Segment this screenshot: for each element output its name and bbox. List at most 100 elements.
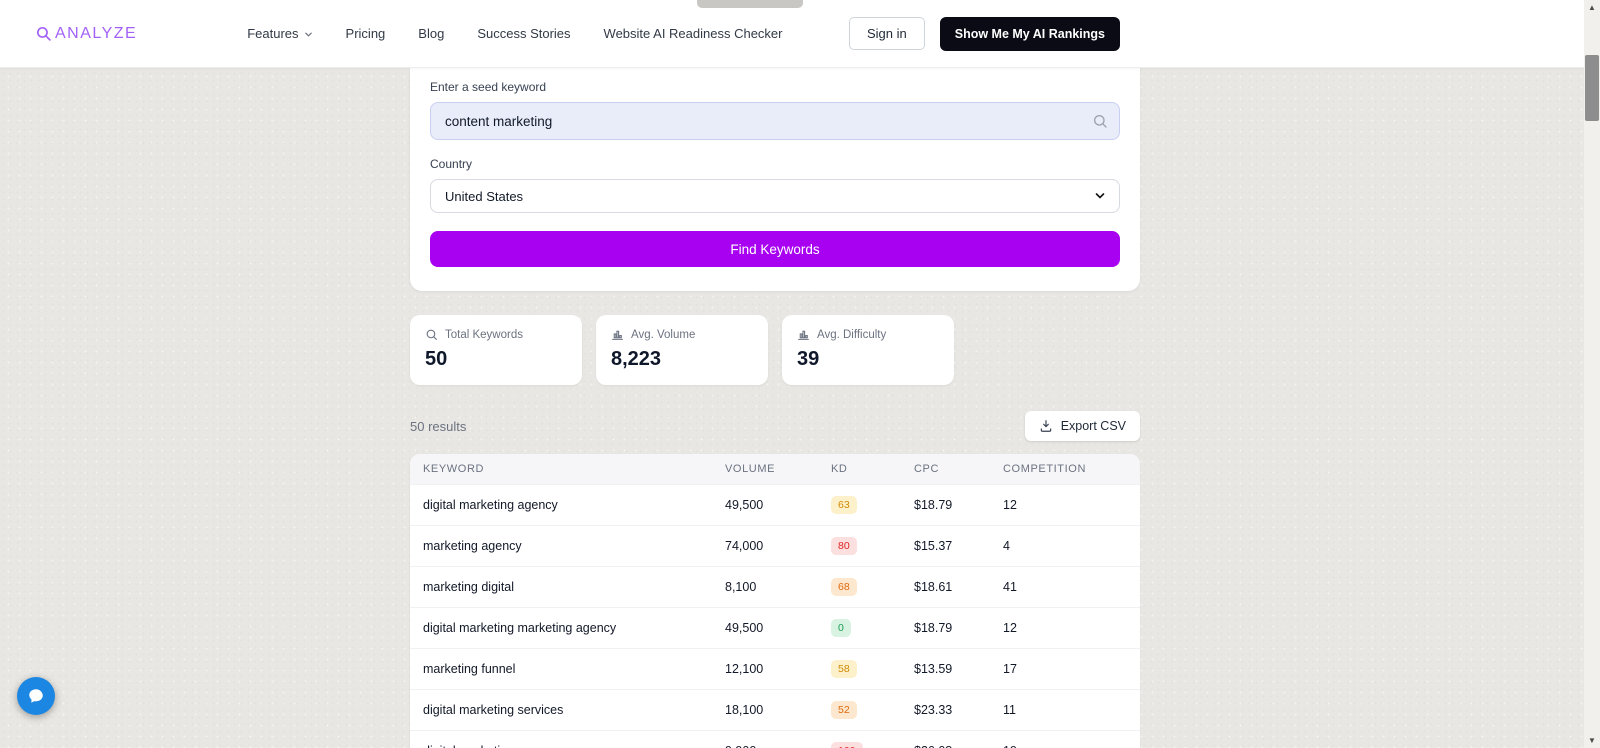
column-header-kd: KD [818,454,901,485]
table-row[interactable]: marketing funnel 12,100 58 $13.59 17 [410,648,1140,690]
sign-in-button[interactable]: Sign in [848,17,925,50]
keywords-table: KEYWORD VOLUME KD CPC COMPETITION digital ma… [410,454,1140,748]
table-body: digital marketing agency 49,500 63 $18.79 12… [410,484,1140,748]
country-select[interactable]: United States [430,179,1120,213]
stat-label: Avg. Difficulty [797,328,939,341]
nav-link-pricing[interactable]: Pricing [346,26,386,41]
cell-volume: 8,100 [712,566,818,608]
table-row[interactable]: digital marketing marketing agency 49,500… [410,607,1140,649]
stat-value: 8,223 [611,348,662,370]
cell-keyword: digital marketing services [410,689,712,731]
column-header-keyword: KEYWORD [410,454,712,485]
download-icon [1039,419,1053,433]
seed-input-wrapper [430,102,1120,140]
nav-link-success-stories[interactable]: Success Stories [477,26,570,41]
scrollbar-thumb[interactable] [1585,55,1599,121]
cell-volume: 12,100 [712,648,818,690]
cell-kd: 100 [818,730,901,748]
cell-keyword: marketing agency [410,525,712,567]
cell-competition: 12 [990,607,1140,649]
cell-volume: 9,900 [712,730,818,748]
cell-competition: 4 [990,525,1140,567]
navbar: ANALYZE Features Pricing Blog Success Stori… [0,0,1584,68]
scroll-up-arrow[interactable]: ▲ [1584,0,1600,15]
nav-actions: Sign in Show Me My AI Rankings [848,16,1120,51]
seed-keyword-input[interactable] [430,102,1120,140]
cell-cpc: $18.79 [901,484,990,526]
cell-volume: 74,000 [712,525,818,567]
stat-card-avg-difficulty: Avg. Difficulty 39 [782,315,954,385]
kd-badge: 0 [831,619,851,637]
kd-badge: 63 [831,496,857,514]
chat-icon [27,687,45,705]
cell-kd: 68 [818,566,901,608]
nav-link-website-ai-readiness-checker[interactable]: Website AI Readiness Checker [604,26,783,41]
cell-competition: 12 [990,484,1140,526]
cell-kd: 58 [818,648,901,690]
cell-keyword: marketing digital [410,566,712,608]
bar-chart-icon [797,328,810,341]
results-count: 50 results [410,418,467,434]
table-row[interactable]: marketing digital 8,100 68 $18.61 41 [410,566,1140,608]
keywords-table-card: KEYWORD VOLUME KD CPC COMPETITION digital ma… [410,454,1140,748]
cell-competition: 17 [990,648,1140,690]
scroll-down-arrow[interactable]: ▼ [1584,733,1600,748]
country-label: Country [430,157,473,171]
table-header: KEYWORD VOLUME KD CPC COMPETITION [410,454,1140,485]
cell-kd: 0 [818,607,901,649]
table-header-row: KEYWORD VOLUME KD CPC COMPETITION [410,454,1140,485]
table-row[interactable]: digital marketing services 18,100 52 $23.33… [410,689,1140,731]
magnifier-logo-icon [35,25,52,42]
cell-keyword: marketing funnel [410,648,712,690]
cell-keyword: digital marketing company [410,730,712,748]
keyword-search-card: Enter a seed keyword Country United Stat… [410,68,1140,291]
bar-chart-icon [611,328,624,341]
chevron-down-icon [1094,190,1106,202]
stat-card-total-keywords: Total Keywords 50 [410,315,582,385]
kd-badge: 58 [831,660,857,678]
export-csv-button[interactable]: Export CSV [1024,411,1140,441]
nav-link-features[interactable]: Features [247,26,312,41]
cell-cpc: $13.59 [901,648,990,690]
cell-keyword: digital marketing agency [410,484,712,526]
cell-cpc: $23.33 [901,689,990,731]
kd-badge: 100 [831,742,863,748]
chevron-down-icon [304,30,313,39]
brand-name: ANALYZE [55,24,138,42]
search-icon [425,328,438,341]
column-header-competition: COMPETITION [990,454,1140,485]
nav-links: Features Pricing Blog Success Stories Websit… [247,26,782,41]
chat-widget-button[interactable] [17,677,55,715]
nav-link-blog[interactable]: Blog [418,26,444,41]
country-selected-value: United States [445,188,524,204]
top-remnant [697,0,803,8]
search-icon [1092,113,1108,129]
table-row[interactable]: marketing agency 74,000 80 $15.37 4 [410,525,1140,567]
stat-label: Total Keywords [425,328,567,341]
table-row[interactable]: digital marketing agency 49,500 63 $18.79 12 [410,484,1140,526]
cell-kd: 63 [818,484,901,526]
brand-logo[interactable]: ANALYZE [35,25,137,43]
stat-label: Avg. Volume [611,328,753,341]
export-csv-label: Export CSV [1060,419,1126,433]
table-row[interactable]: digital marketing company9,900 100 $26.081… [410,730,1140,748]
navbar-inner: ANALYZE Features Pricing Blog Success Stori… [35,16,1120,51]
find-keywords-button[interactable]: Find Keywords [430,231,1120,267]
main-content: Enter a seed keyword Country United Stat… [410,68,1140,748]
cell-volume: 49,500 [712,484,818,526]
ai-rankings-button[interactable]: Show Me My AI Rankings [939,16,1120,51]
scrollbar[interactable]: ▲ ▼ [1584,0,1600,748]
cell-volume: 18,100 [712,689,818,731]
stat-value: 50 [425,348,448,370]
kd-badge: 68 [831,578,857,596]
cell-cpc: $18.61 [901,566,990,608]
cell-competition: 11 [990,689,1140,731]
stat-card-avg-volume: Avg. Volume 8,223 [596,315,768,385]
kd-badge: 52 [831,701,857,719]
cell-kd: 80 [818,525,901,567]
column-header-volume: VOLUME [712,454,818,485]
cell-competition: 41 [990,566,1140,608]
cell-cpc: $26.08 [901,730,990,748]
column-header-cpc: CPC [901,454,990,485]
cell-kd: 52 [818,689,901,731]
